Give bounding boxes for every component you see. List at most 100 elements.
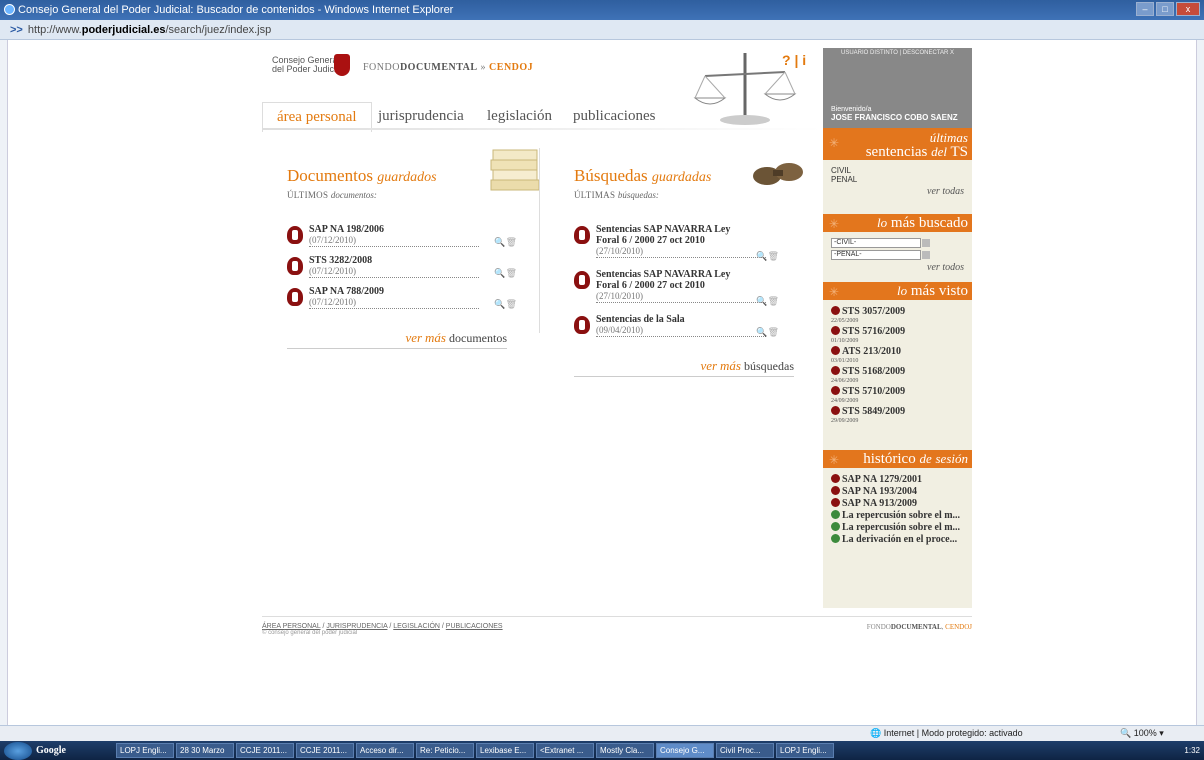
historico-item[interactable]: SAP NA 193/2004 xyxy=(831,486,964,498)
start-button[interactable] xyxy=(4,741,32,760)
binoculars-icon xyxy=(753,163,803,185)
buscado-a: lo xyxy=(877,215,888,230)
minimize-button[interactable]: – xyxy=(1136,2,1154,16)
visto-item[interactable]: STS 3057/2009 xyxy=(831,306,964,318)
historico-item[interactable]: La derivación en el proce... xyxy=(831,534,964,546)
taskbar-item[interactable]: Lexibase E... xyxy=(476,743,534,758)
fondo-separator: » xyxy=(477,62,490,73)
search-item[interactable]: Sentencias SAP NAVARRA Ley Foral 6 / 200… xyxy=(574,224,799,264)
visto-date: 22/05/2009 xyxy=(831,318,859,324)
historico-item[interactable]: SAP NA 913/2009 xyxy=(831,498,964,510)
document-title[interactable]: SAP NA 198/2006 xyxy=(309,224,537,235)
visto-item[interactable]: STS 5710/2009 xyxy=(831,386,964,398)
penal-select[interactable]: -PENAL- xyxy=(831,250,930,260)
historico-title[interactable]: SAP NA 193/2004 xyxy=(842,486,917,497)
document-icon xyxy=(287,288,303,306)
maximize-button[interactable]: □ xyxy=(1156,2,1174,16)
historico-title[interactable]: La derivación en el proce... xyxy=(842,534,957,545)
documents-title-italic: guardados xyxy=(377,170,437,185)
search-title-line2[interactable]: Foral 6 / 2000 27 oct 2010 xyxy=(596,280,799,291)
taskbar-item[interactable]: LOPJ Engli... xyxy=(116,743,174,758)
visto-item[interactable]: STS 5168/2009 xyxy=(831,366,964,378)
taskbar-item[interactable]: Civil Proc... xyxy=(716,743,774,758)
more-searches-link[interactable]: ver más búsquedas xyxy=(574,358,794,377)
historico-title[interactable]: SAP NA 1279/2001 xyxy=(842,474,922,485)
visto-title[interactable]: STS 5710/2009 xyxy=(842,386,905,397)
taskbar-item[interactable]: Mostly Cla... xyxy=(596,743,654,758)
historico-item[interactable]: La repercusión sobre el m... xyxy=(831,510,964,522)
historico-item[interactable]: SAP NA 1279/2001 xyxy=(831,474,964,486)
view-delete-icons[interactable]: 🔍🗑 xyxy=(494,237,517,248)
ultimas-civil-link[interactable]: CIVIL xyxy=(831,166,964,175)
ultimas-penal-link[interactable]: PENAL xyxy=(831,175,964,184)
close-button[interactable]: x xyxy=(1176,2,1200,16)
view-delete-icons[interactable]: 🔍🗑 xyxy=(494,268,517,279)
footer-link-publicaciones[interactable]: PUBLICACIONES xyxy=(446,623,503,630)
document-title[interactable]: STS 3282/2008 xyxy=(309,255,537,266)
user-links[interactable]: USUARIO DISTINTO | DESCONECTAR X xyxy=(823,50,972,56)
publication-icon xyxy=(831,510,840,519)
historico-title[interactable]: La repercusión sobre el m... xyxy=(842,510,960,521)
visto-title[interactable]: STS 5716/2009 xyxy=(842,326,905,337)
tab-legislacion[interactable]: legislación xyxy=(487,108,552,125)
taskbar-item[interactable]: CCJE 2011... xyxy=(236,743,294,758)
documents-sub-italic: documentos: xyxy=(330,190,377,200)
taskbar-item[interactable]: <Extranet ... xyxy=(536,743,594,758)
search-item[interactable]: Sentencias de la Sala (09/04/2010) 🔍🗑 xyxy=(574,314,799,340)
view-delete-icons[interactable]: 🔍🗑 xyxy=(756,251,779,262)
visto-title[interactable]: ATS 213/2010 xyxy=(842,346,901,357)
civil-select[interactable]: -CIVIL- xyxy=(831,238,930,248)
search-title-line1[interactable]: Sentencias de la Sala xyxy=(596,314,799,325)
ultimas-line2a: sentencias xyxy=(865,144,928,160)
taskbar-item[interactable]: Acceso dir... xyxy=(356,743,414,758)
taskbar-item[interactable]: Consejo G... xyxy=(656,743,714,758)
clock[interactable]: 1:32 xyxy=(1184,746,1204,755)
visto-title[interactable]: STS 5168/2009 xyxy=(842,366,905,377)
tab-publicaciones[interactable]: publicaciones xyxy=(573,108,655,125)
scrollbar[interactable] xyxy=(1196,40,1204,725)
visto-item[interactable]: ATS 213/2010 xyxy=(831,346,964,358)
footer-link-jurisprudencia[interactable]: JURISPRUDENCIA xyxy=(326,623,387,630)
zoom-level[interactable]: 🔍 100% ▾ xyxy=(1120,726,1164,741)
view-delete-icons[interactable]: 🔍🗑 xyxy=(756,296,779,307)
search-title-line2[interactable]: Foral 6 / 2000 27 oct 2010 xyxy=(596,235,799,246)
taskbar-item[interactable]: 28 30 Marzo xyxy=(176,743,234,758)
document-item[interactable]: SAP NA 788/2009 (07/12/2010) 🔍🗑 xyxy=(287,286,537,312)
help-link[interactable]: ? xyxy=(782,52,791,68)
view-delete-icons[interactable]: 🔍🗑 xyxy=(494,299,517,310)
historico-title[interactable]: La repercusión sobre el m... xyxy=(842,522,960,533)
cgpj-logo[interactable]: Consejo General del Poder Judicial xyxy=(272,56,343,74)
historico-title[interactable]: SAP NA 913/2009 xyxy=(842,498,917,509)
search-item[interactable]: Sentencias SAP NAVARRA Ley Foral 6 / 200… xyxy=(574,269,799,309)
search-title-line1[interactable]: Sentencias SAP NAVARRA Ley xyxy=(596,269,799,280)
footer-link-legislacion[interactable]: LEGISLACIÓN xyxy=(393,623,440,630)
view-delete-icons[interactable]: 🔍🗑 xyxy=(756,327,779,338)
taskbar-item[interactable]: LOPJ Engli... xyxy=(776,743,834,758)
visto-item[interactable]: STS 5849/2009 xyxy=(831,406,964,418)
visto-date: 24/09/2009 xyxy=(831,398,859,404)
taskbar-item[interactable]: Re: Peticio... xyxy=(416,743,474,758)
google-toolbar[interactable]: Google xyxy=(36,745,116,756)
footer-link-area-personal[interactable]: ÁREA PERSONAL xyxy=(262,623,321,630)
security-zone[interactable]: 🌐 Internet | Modo protegido: activado xyxy=(870,726,1023,741)
document-item[interactable]: STS 3282/2008 (07/12/2010) 🔍🗑 xyxy=(287,255,537,281)
historico-item[interactable]: La repercusión sobre el m... xyxy=(831,522,964,534)
taskbar-item[interactable]: CCJE 2011... xyxy=(296,743,354,758)
document-title[interactable]: SAP NA 788/2009 xyxy=(309,286,537,297)
historico-header: ✳ histórico de sesión xyxy=(823,450,972,468)
address-bar[interactable]: >> http://www.poderjudicial.es/search/ju… xyxy=(0,20,1204,40)
document-icon xyxy=(831,306,840,315)
tab-jurisprudencia[interactable]: jurisprudencia xyxy=(378,108,464,125)
visto-item[interactable]: STS 5716/2009 xyxy=(831,326,964,338)
visto-title[interactable]: STS 3057/2009 xyxy=(842,306,905,317)
ver-todos-link[interactable]: ver todos xyxy=(831,262,964,273)
ultimas-line1: últimas xyxy=(929,130,968,145)
more-documents-link[interactable]: ver más documentos xyxy=(287,330,507,349)
visto-title[interactable]: STS 5849/2009 xyxy=(842,406,905,417)
ver-todas-link[interactable]: ver todas xyxy=(831,186,964,197)
document-item[interactable]: SAP NA 198/2006 (07/12/2010) 🔍🗑 xyxy=(287,224,537,250)
search-date: (27/10/2010) xyxy=(596,291,766,303)
search-title-line1[interactable]: Sentencias SAP NAVARRA Ley xyxy=(596,224,799,235)
info-link[interactable]: i xyxy=(802,52,806,68)
window-titlebar[interactable]: Consejo General del Poder Judicial: Busc… xyxy=(0,0,1204,20)
